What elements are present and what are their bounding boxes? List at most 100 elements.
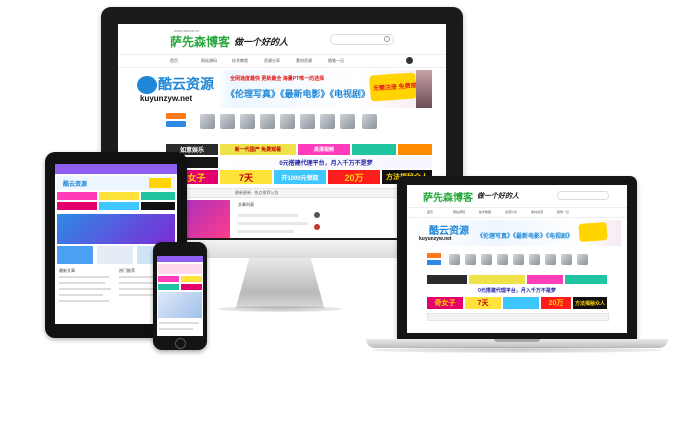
ad-green[interactable] <box>352 144 396 155</box>
laptop-nav-tutorial[interactable]: 技术教程 <box>479 210 491 214</box>
member-avatar[interactable] <box>260 114 275 129</box>
laptop-avatar[interactable] <box>481 254 492 265</box>
list-item[interactable] <box>238 214 298 217</box>
tablet-list-item[interactable] <box>59 276 109 278</box>
phone-list-item[interactable] <box>159 328 193 330</box>
phone-banner[interactable] <box>158 264 202 274</box>
tablet-banner-badge <box>149 178 171 188</box>
laptop-avatar[interactable] <box>449 254 460 265</box>
ad-hd[interactable]: 高清视频 <box>298 144 350 155</box>
phone-home-button[interactable] <box>175 338 186 349</box>
laptop-nav-share[interactable]: 资源分享 <box>505 210 517 214</box>
laptop-nav-material[interactable]: 素材资源 <box>531 210 543 214</box>
nav-item-share[interactable]: 资源分享 <box>264 58 280 64</box>
tablet-list-item[interactable] <box>59 282 105 284</box>
search-icon[interactable] <box>384 36 390 42</box>
list-item[interactable] <box>238 230 294 233</box>
laptop-avatar[interactable] <box>513 254 524 265</box>
banner-ad[interactable]: 酷云资源 kuyunzyw.net 全网速度最快 更新最全 海量PT唯一的选择 … <box>134 70 432 108</box>
laptop-avatar[interactable] <box>561 254 572 265</box>
laptop-brand-url: kuyunzyw.net <box>419 236 452 242</box>
laptop-orange-button[interactable] <box>427 253 441 258</box>
member-avatar[interactable] <box>320 114 335 129</box>
laptop-ad-pink[interactable] <box>527 275 563 284</box>
laptop-ad-promo[interactable] <box>503 297 539 309</box>
nav-item-source[interactable]: 网站源码 <box>201 58 217 64</box>
tablet-list-item[interactable] <box>59 294 103 296</box>
nav-item-notes[interactable]: 随笔一记 <box>328 58 344 64</box>
laptop-ad-girl[interactable]: 奇女子 <box>427 297 463 309</box>
laptop-avatar[interactable] <box>577 254 588 265</box>
laptop-nav-notes[interactable]: 随笔一记 <box>557 210 569 214</box>
laptop-blue-button[interactable] <box>427 260 441 265</box>
laptop-avatar[interactable] <box>529 254 540 265</box>
tablet-brand: 酷云资源 <box>63 182 88 188</box>
phone-ad[interactable] <box>181 284 202 290</box>
member-avatar[interactable] <box>362 114 377 129</box>
laptop-ad-yellow[interactable] <box>469 275 525 284</box>
phone-ad[interactable] <box>158 276 179 282</box>
tablet-ad-6[interactable] <box>141 202 175 210</box>
phone-ad[interactable] <box>181 276 202 282</box>
member-avatar[interactable] <box>220 114 235 129</box>
tablet-thumb[interactable] <box>57 246 93 264</box>
list-avatar[interactable] <box>314 224 320 230</box>
laptop-avatar[interactable] <box>545 254 556 265</box>
banner-brand-url: kuyunzyw.net <box>140 94 193 103</box>
laptop-ad-days[interactable]: 7天 <box>465 297 501 309</box>
nav-item-material[interactable]: 素材资源 <box>296 58 312 64</box>
tablet-ad-2[interactable] <box>99 192 139 200</box>
ad-zhuyuan[interactable]: 新一代国产 免费观看 <box>220 144 296 155</box>
ad-days[interactable]: 7天 <box>220 170 272 184</box>
phone-hero[interactable] <box>158 292 202 318</box>
laptop-search-box[interactable] <box>557 191 609 200</box>
tablet-ad-1[interactable] <box>57 192 97 200</box>
tablet-ad-4[interactable] <box>57 202 97 210</box>
ad-wan[interactable]: 20万 <box>328 170 380 184</box>
ad-promo[interactable]: 开1000元领取 <box>274 170 326 184</box>
laptop-ad-sunny[interactable]: 0元搭建代理平台，月入千万不是梦 <box>427 286 607 295</box>
member-avatar[interactable] <box>340 114 355 129</box>
banner-line2: 《伦理写真》《最新电影》《电视剧》 <box>226 89 371 99</box>
banner-brand-name: 酷云资源 <box>158 76 214 92</box>
blue-button[interactable] <box>166 121 186 127</box>
laptop-ad-wan[interactable]: 20万 <box>541 297 571 309</box>
laptop-avatar[interactable] <box>497 254 508 265</box>
avatar[interactable] <box>406 57 413 64</box>
tablet-list-item[interactable] <box>59 300 109 302</box>
laptop-banner[interactable]: 酷云资源 kuyunzyw.net 《伦理写真》《最新电影》《电视剧》 <box>413 220 621 246</box>
member-avatar[interactable] <box>280 114 295 129</box>
tablet-ad-3[interactable] <box>141 192 175 200</box>
banner-line1: 全网速度最快 更新最全 海量PT唯一的选择 <box>230 76 325 82</box>
laptop-ad-dark[interactable] <box>427 275 467 284</box>
cloud-logo-icon <box>137 76 157 94</box>
laptop-banner-line2: 《伦理写真》《最新电影》《电视剧》 <box>477 234 574 240</box>
tablet-list-item[interactable] <box>59 288 111 290</box>
laptop-avatar[interactable] <box>465 254 476 265</box>
tablet-ad-5[interactable] <box>99 202 139 210</box>
ad-orange[interactable] <box>398 144 432 155</box>
ad-sunny[interactable]: 0元搭建代理平台，月入千万不是梦 <box>220 157 432 168</box>
laptop-ad-way[interactable]: 方法揭秘众人 <box>573 297 607 309</box>
orange-button[interactable] <box>166 113 186 119</box>
tablet-banner[interactable]: 酷云资源 <box>57 176 175 190</box>
laptop-ad-green[interactable] <box>565 275 607 284</box>
member-avatar[interactable] <box>240 114 255 129</box>
laptop-notice-bar <box>427 313 609 321</box>
laptop-nav-source[interactable]: 网站源码 <box>453 210 465 214</box>
phone-list-item[interactable] <box>159 322 199 324</box>
laptop-nav-home[interactable]: 首页 <box>427 210 433 214</box>
phone-ad[interactable] <box>158 284 179 290</box>
nav-item-home[interactable]: 首页 <box>170 58 178 64</box>
phone-device <box>153 242 207 350</box>
nav-item-tutorial[interactable]: 技术教程 <box>232 58 248 64</box>
tablet-hero[interactable] <box>57 214 175 244</box>
member-avatar[interactable] <box>200 114 215 129</box>
tablet-thumb[interactable] <box>97 246 133 264</box>
member-avatar[interactable] <box>300 114 315 129</box>
site-logo[interactable]: 萨先森博客 <box>170 33 230 50</box>
laptop-lid: 萨先森博客 做一个好的人 首页 网站源码 技术教程 资源分享 素材资源 随笔一记… <box>397 176 637 339</box>
list-avatar[interactable] <box>314 212 320 218</box>
list-item[interactable] <box>238 222 308 225</box>
laptop-logo[interactable]: 萨先森博客 <box>423 189 473 204</box>
